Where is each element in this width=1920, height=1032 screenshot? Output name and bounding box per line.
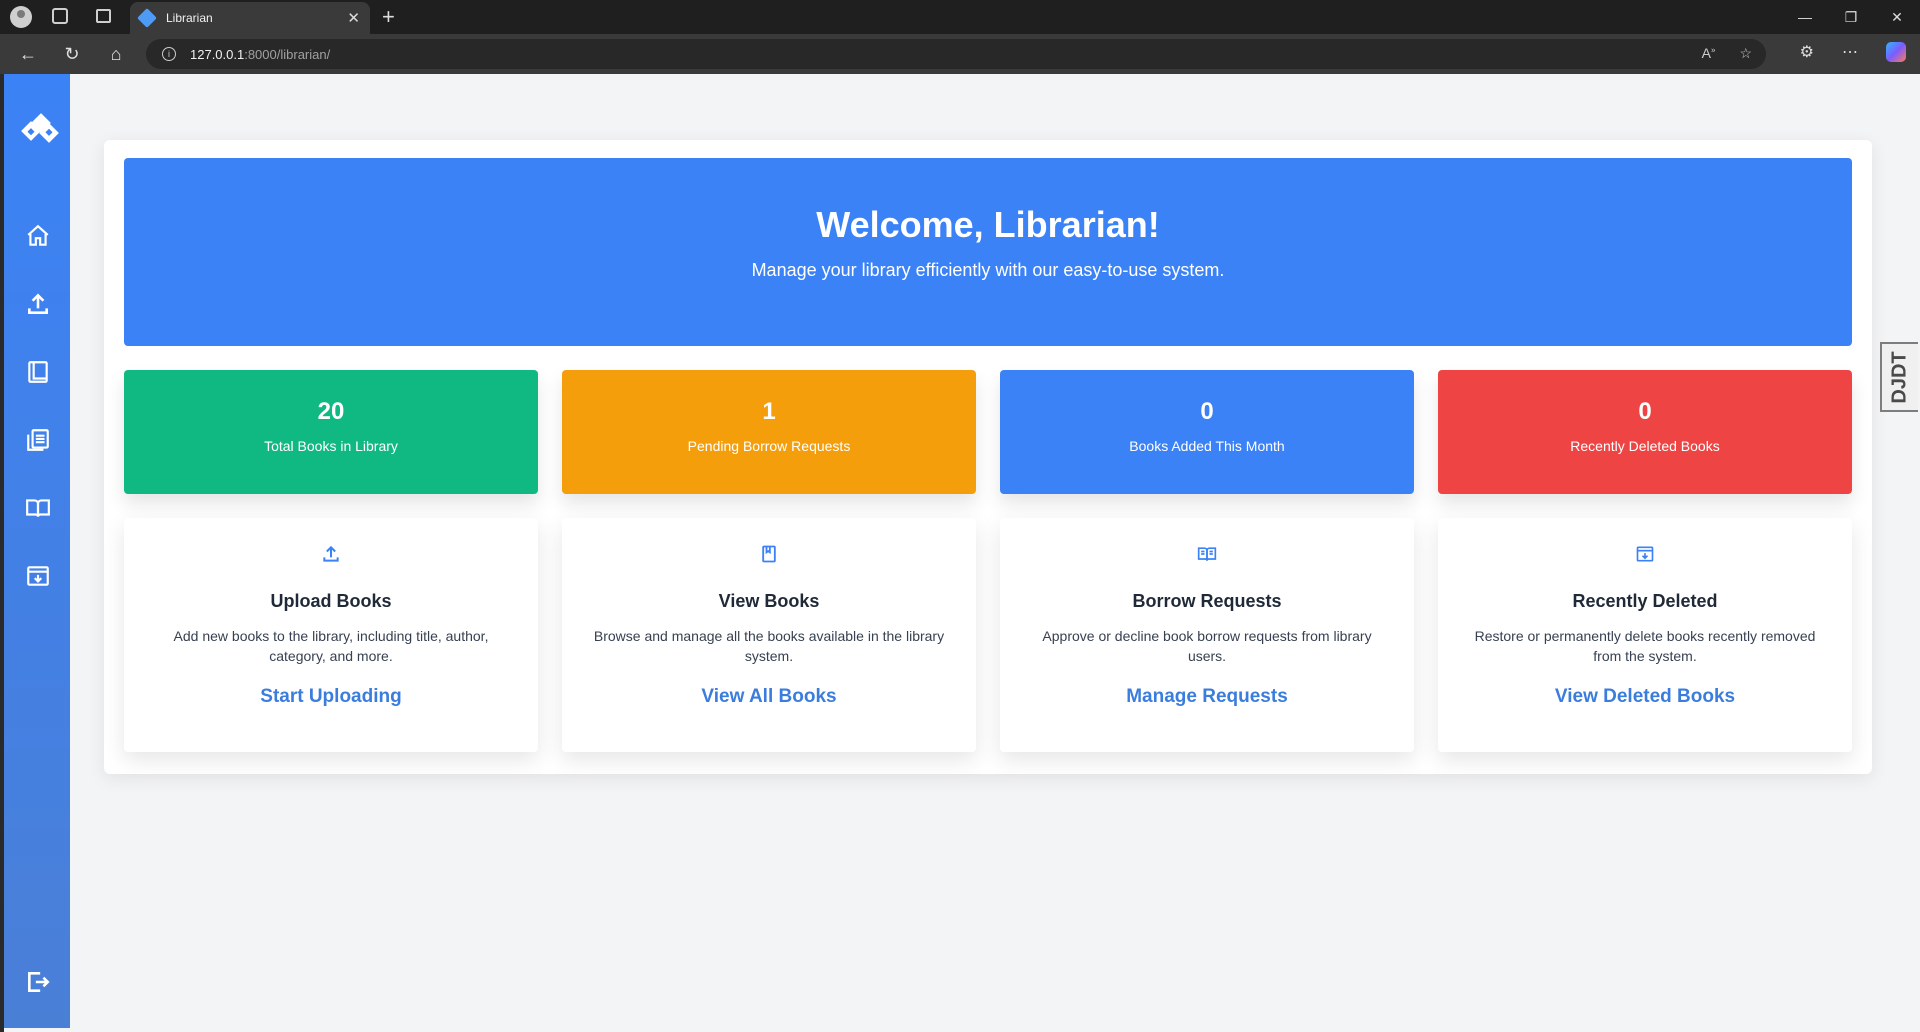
feature-description: Approve or decline book borrow requests …: [1042, 628, 1372, 664]
feature-title: View Books: [718, 591, 820, 611]
feature-card-upload: Upload Books Add new books to the librar…: [124, 518, 538, 752]
list-icon: [27, 429, 49, 451]
profile-icon[interactable]: [10, 6, 32, 28]
upload-icon: [323, 545, 339, 562]
logout-icon: [28, 972, 50, 992]
sidebar-item-list[interactable]: [24, 426, 52, 454]
view-deleted-books-link[interactable]: View Deleted Books: [1438, 686, 1852, 708]
stat-label: Books Added This Month: [1129, 438, 1285, 454]
site-info-icon[interactable]: i: [162, 47, 176, 61]
stat-label: Total Books in Library: [264, 438, 398, 454]
reload-icon[interactable]: ↻: [60, 42, 84, 66]
sidebar-item-upload[interactable]: [24, 290, 52, 318]
tab-actions-icon[interactable]: [96, 9, 111, 23]
more-menu-icon[interactable]: ⋯: [1842, 42, 1858, 62]
home-icon: [27, 224, 49, 246]
tab-favicon-icon: [137, 8, 157, 28]
stat-value: 1: [762, 398, 776, 425]
stat-card-pending-requests: 1 Pending Borrow Requests: [562, 370, 976, 494]
debug-toolbar-label: DJDT: [1888, 350, 1911, 404]
feature-description: Add new books to the library, including …: [173, 628, 489, 664]
tab-title: Librarian: [166, 11, 213, 25]
archive-icon: [1636, 546, 1654, 562]
new-tab-icon[interactable]: +: [382, 4, 395, 30]
extensions-icon[interactable]: ⚙: [1800, 42, 1814, 62]
browser-titlebar: Librarian ✕ + — ❐ ✕: [0, 0, 1920, 34]
sidebar-item-books[interactable]: [24, 358, 52, 386]
browser-tab[interactable]: Librarian ✕: [130, 2, 370, 34]
read-aloud-icon[interactable]: A»: [1702, 45, 1716, 62]
stat-value: 0: [1638, 398, 1652, 425]
book-icon: [762, 545, 776, 563]
page-subtitle: Manage your library efficiently with our…: [751, 260, 1225, 280]
feature-card-recently-deleted: Recently Deleted Restore or permanently …: [1438, 518, 1852, 752]
sidebar-item-home[interactable]: [24, 222, 52, 250]
stat-card-total-books: 20 Total Books in Library: [124, 370, 538, 494]
tab-close-icon[interactable]: ✕: [347, 9, 360, 27]
feature-title: Borrow Requests: [1132, 591, 1282, 611]
archive-icon: [27, 566, 49, 586]
app-logo-icon[interactable]: [18, 108, 62, 152]
url-input[interactable]: i 127.0.0.1:8000/librarian/ A» ☆: [146, 39, 1766, 69]
workspaces-icon[interactable]: [52, 8, 68, 24]
open-book-icon: [1197, 547, 1217, 561]
stat-label: Recently Deleted Books: [1570, 438, 1720, 454]
feature-description: Browse and manage all the books availabl…: [593, 628, 945, 664]
start-uploading-link[interactable]: Start Uploading: [124, 686, 538, 708]
stat-card-recently-deleted: 0 Recently Deleted Books: [1438, 370, 1852, 494]
stat-value: 20: [317, 398, 345, 425]
view-all-books-link[interactable]: View All Books: [562, 686, 976, 708]
feature-title: Recently Deleted: [1572, 591, 1718, 611]
feature-card-view-books: View Books Browse and manage all the boo…: [562, 518, 976, 752]
minimize-icon[interactable]: —: [1782, 0, 1828, 34]
browser-extensions: ⚙ ⋯: [1800, 42, 1906, 62]
copilot-icon[interactable]: [1886, 42, 1906, 62]
book-icon: [28, 361, 48, 383]
upload-icon: [28, 293, 48, 314]
stat-label: Pending Borrow Requests: [687, 438, 851, 454]
feature-card-borrow-requests: Borrow Requests Approve or decline book …: [1000, 518, 1414, 752]
sidebar-item-logout[interactable]: [24, 968, 52, 996]
sidebar-item-requests[interactable]: [24, 494, 52, 522]
feature-description: Restore or permanently delete books rece…: [1474, 628, 1816, 664]
favorite-star-icon[interactable]: ☆: [1739, 45, 1752, 62]
debug-toolbar-handle[interactable]: DJDT: [1880, 342, 1918, 412]
url-host: 127.0.0.1: [190, 46, 245, 62]
sidebar: [4, 74, 70, 1028]
stat-value: 0: [1200, 398, 1214, 425]
back-icon[interactable]: ←: [16, 42, 40, 66]
open-book-icon: [26, 499, 50, 517]
url-path: :8000/librarian/: [244, 46, 331, 62]
manage-requests-link[interactable]: Manage Requests: [1000, 686, 1414, 708]
window-controls: — ❐ ✕: [1782, 0, 1920, 34]
url-actions: A» ☆: [1702, 45, 1752, 62]
stat-card-added-this-month: 0 Books Added This Month: [1000, 370, 1414, 494]
page-title: Welcome, Librarian!: [816, 204, 1160, 245]
home-browser-icon[interactable]: ⌂: [104, 42, 128, 66]
welcome-banner: Welcome, Librarian! Manage your library …: [124, 158, 1852, 346]
close-window-icon[interactable]: ✕: [1874, 0, 1920, 34]
feature-title: Upload Books: [270, 591, 392, 611]
sidebar-item-deleted[interactable]: [24, 562, 52, 590]
restore-icon[interactable]: ❐: [1828, 0, 1874, 34]
